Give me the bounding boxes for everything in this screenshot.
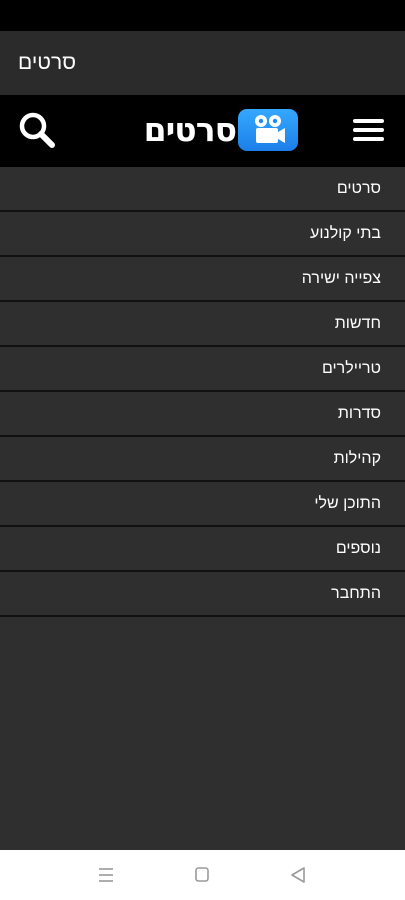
menu-item-trailers[interactable]: טריילרים	[0, 347, 405, 392]
side-menu-list: סרטים בתי קולנוע צפייה ישירה חדשות טרייל…	[0, 167, 405, 617]
menu-item-label: קהילות	[333, 450, 381, 467]
home-button[interactable]	[190, 864, 214, 886]
menu-item-label: התוכן שלי	[314, 495, 381, 512]
menu-item-label: סדרות	[337, 405, 381, 422]
app-title: סרטים	[18, 51, 76, 74]
hamburger-menu-icon	[353, 119, 384, 123]
system-navigation-bar	[0, 850, 405, 900]
search-icon	[19, 112, 55, 148]
menu-item-label: התחבר	[331, 585, 381, 602]
back-icon	[291, 867, 305, 883]
menu-item-label: נוספים	[335, 540, 381, 557]
menu-item-more[interactable]: נוספים	[0, 527, 405, 572]
menu-item-series[interactable]: סדרות	[0, 392, 405, 437]
home-icon	[195, 867, 209, 882]
menu-item-my-content[interactable]: התוכן שלי	[0, 482, 405, 527]
title-bar: סרטים	[0, 31, 405, 95]
menu-item-label: סרטים	[336, 180, 381, 197]
menu-item-label: חדשות	[334, 315, 381, 332]
movie-camera-icon	[255, 115, 285, 143]
logo-text: סרטים	[143, 110, 237, 149]
menu-item-cinemas[interactable]: בתי קולנוע	[0, 212, 405, 257]
back-button[interactable]	[286, 864, 310, 886]
menu-item-label: בתי קולנוע	[310, 225, 381, 242]
status-bar	[0, 0, 405, 31]
hamburger-menu-button[interactable]	[348, 113, 388, 149]
menu-item-live-watch[interactable]: צפייה ישירה	[0, 257, 405, 302]
site-logo[interactable]: סרטים	[126, 109, 300, 151]
menu-item-login[interactable]: התחבר	[0, 572, 405, 617]
menu-item-label: צפייה ישירה	[301, 270, 381, 287]
menu-item-news[interactable]: חדשות	[0, 302, 405, 347]
menu-item-communities[interactable]: קהילות	[0, 437, 405, 482]
recent-apps-button[interactable]	[94, 864, 118, 886]
search-button[interactable]	[14, 109, 60, 151]
menu-item-movies[interactable]: סרטים	[0, 167, 405, 212]
menu-item-label: טריילרים	[321, 360, 381, 377]
recent-apps-icon	[99, 868, 113, 882]
app-header: סרטים	[0, 95, 405, 167]
logo-icon-badge	[238, 109, 298, 151]
